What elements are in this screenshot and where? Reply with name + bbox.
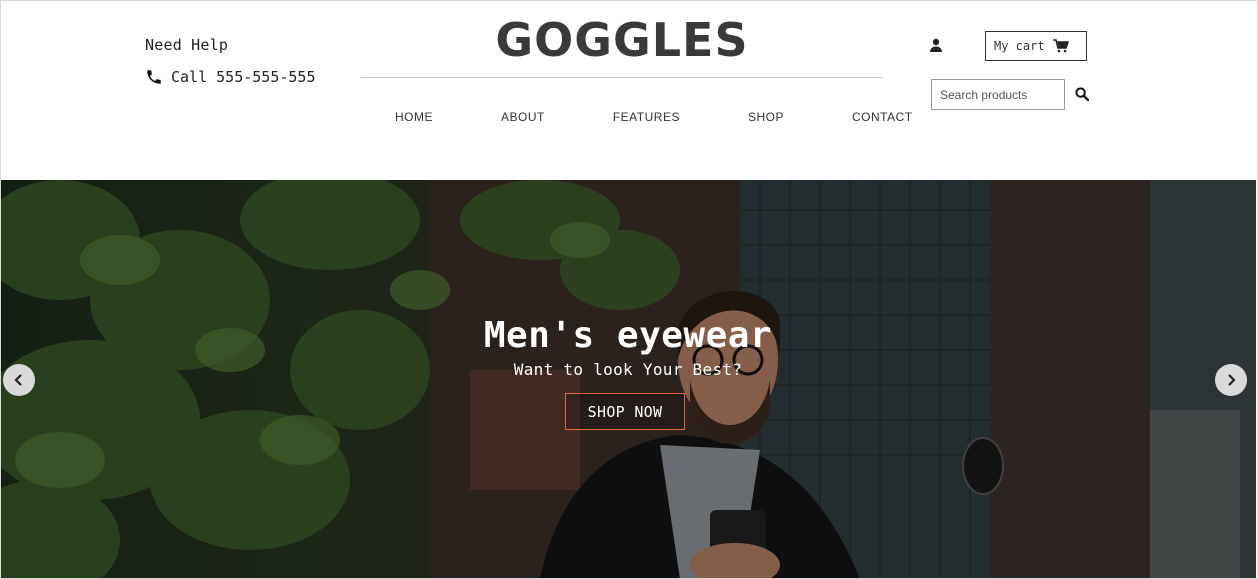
nav-contact[interactable]: CONTACT (852, 110, 913, 124)
nav-features[interactable]: FEATURES (613, 110, 680, 124)
phone-icon (145, 68, 163, 86)
header-divider (361, 77, 883, 78)
cart-icon (1052, 39, 1069, 53)
chevron-right-icon (1225, 371, 1237, 390)
call-link[interactable]: Call 555-555-555 (145, 68, 316, 86)
nav-shop[interactable]: SHOP (748, 110, 784, 124)
hero-overlay (0, 180, 1256, 579)
main-nav: HOME ABOUT FEATURES SHOP CONTACT (395, 110, 913, 124)
chevron-left-icon (13, 371, 25, 390)
nav-about[interactable]: ABOUT (501, 110, 545, 124)
cart-button[interactable]: My cart (985, 31, 1087, 61)
nav-home[interactable]: HOME (395, 110, 433, 124)
site-header: Need Help Call 555-555-555 GOGGLES HOME … (0, 0, 1258, 180)
carousel-prev-button[interactable] (3, 364, 35, 396)
hero-subtitle: Want to look Your Best? (513, 360, 743, 379)
user-icon[interactable] (929, 38, 943, 53)
brand[interactable]: GOGGLES (361, 10, 883, 70)
hero-title: Men's eyewear (483, 315, 773, 356)
help-block: Need Help Call 555-555-555 (145, 36, 316, 86)
shop-now-button[interactable]: SHOP NOW (565, 393, 685, 430)
hero-banner: Men's eyewear Want to look Your Best? SH… (0, 180, 1256, 579)
search-input[interactable] (931, 79, 1065, 110)
help-title: Need Help (145, 36, 229, 54)
call-label: Call 555-555-555 (171, 68, 316, 86)
search-icon[interactable] (1075, 86, 1090, 102)
site-logo[interactable]: GOGGLES (361, 10, 883, 70)
cart-label: My cart (994, 39, 1045, 53)
carousel-next-button[interactable] (1215, 364, 1247, 396)
